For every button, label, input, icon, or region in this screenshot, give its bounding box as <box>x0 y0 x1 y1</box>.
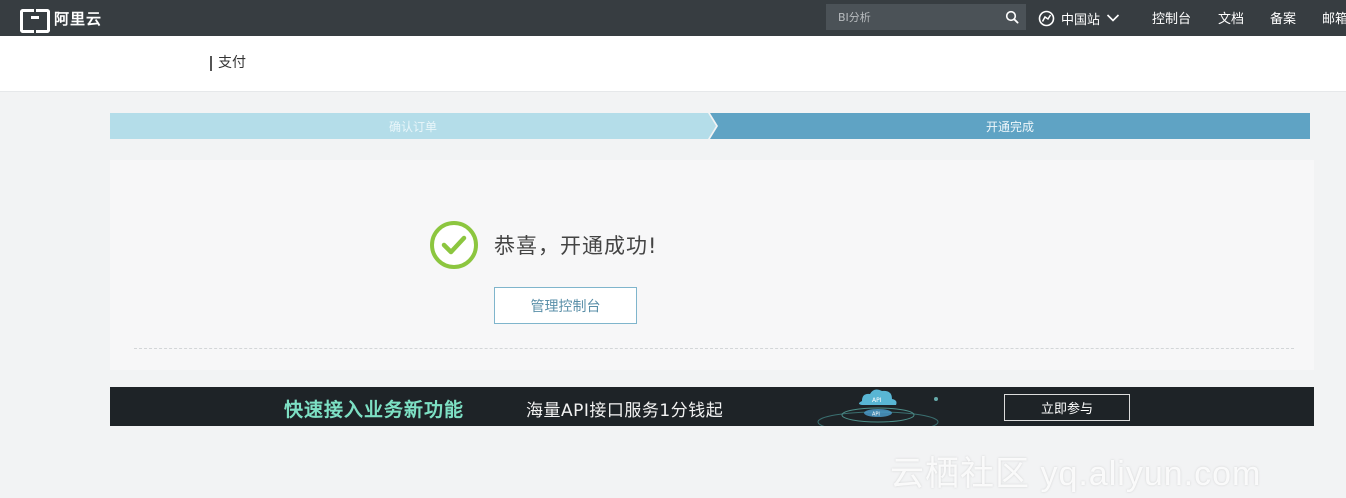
nav-docs-link[interactable]: 文档 <box>1218 8 1244 27</box>
search-input[interactable] <box>826 4 998 30</box>
page-subheader: 支付 <box>0 36 1346 92</box>
page-title: 支付 <box>210 56 246 71</box>
manage-console-button[interactable]: 管理控制台 <box>494 287 637 324</box>
check-circle-icon <box>430 221 478 269</box>
api-cloud-icon: API API <box>817 389 939 426</box>
region-label: 中国站 <box>1061 12 1101 28</box>
chevron-down-icon <box>1106 14 1120 22</box>
join-now-button[interactable]: 立即参与 <box>1004 394 1130 421</box>
nav-beian-link[interactable]: 备案 <box>1270 8 1296 27</box>
search-button[interactable] <box>998 4 1026 30</box>
dashed-divider <box>134 348 1294 349</box>
svg-text:API: API <box>872 412 880 418</box>
svg-text:API: API <box>872 397 882 404</box>
success-message: 恭喜，开通成功! <box>494 234 658 258</box>
banner-title: 快速接入业务新功能 <box>284 399 465 421</box>
aliyun-logo-icon <box>20 9 50 33</box>
step-confirm-order: 确认订单 <box>110 113 716 139</box>
step-label: 确认订单 <box>388 119 437 134</box>
nav-console-link[interactable]: 控制台 <box>1152 8 1191 27</box>
step-progress: 确认订单 开通完成 <box>110 113 1310 139</box>
globe-icon <box>1038 10 1055 26</box>
search-icon <box>1005 10 1019 24</box>
search-box <box>826 4 1026 30</box>
watermark: 云栖社区 yq.aliyun.com <box>890 455 1262 493</box>
promo-banner[interactable]: 快速接入业务新功能 海量API接口服务1分钱起 API API 立即参与 <box>110 387 1314 426</box>
aliyun-logo[interactable]: 阿里云 <box>20 6 103 33</box>
success-panel: 恭喜，开通成功! 管理控制台 <box>110 160 1314 370</box>
region-selector[interactable]: 中国站 <box>1038 6 1120 30</box>
nav-mail-link[interactable]: 邮箱 <box>1322 8 1346 27</box>
banner-subtitle: 海量API接口服务1分钱起 <box>526 401 724 421</box>
top-navbar: 阿里云 中国站 控制台 文档 备案 邮箱 <box>0 0 1346 36</box>
step-activation-complete: 开通完成 <box>710 113 1310 139</box>
logo-text: 阿里云 <box>54 9 103 28</box>
step-label: 开通完成 <box>985 119 1034 134</box>
